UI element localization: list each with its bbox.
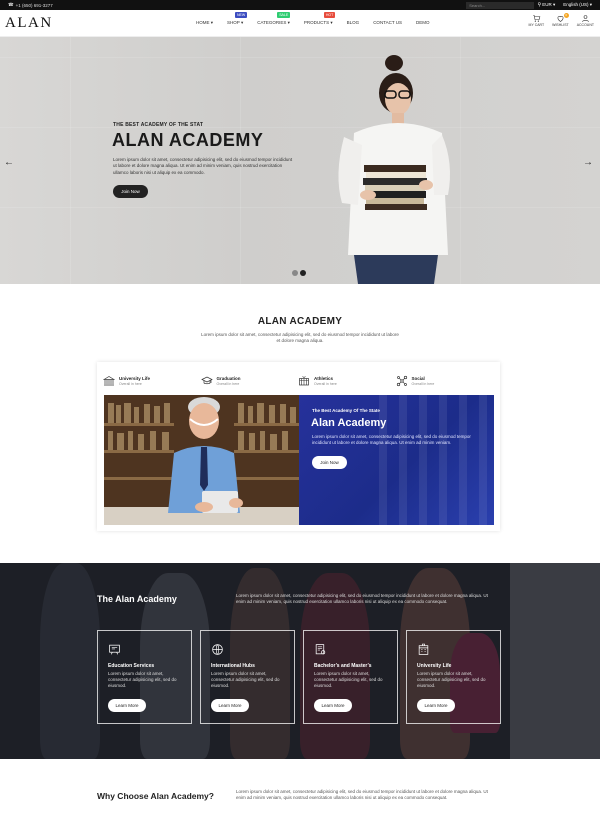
academy-panel: The Best Academy Of The State Alan Acade… (299, 395, 494, 525)
wishlist-label: WISHLIST (552, 23, 569, 27)
tab-title: University Life (119, 376, 151, 381)
account-label: ACCOUNT (576, 23, 594, 27)
nav-item-shop[interactable]: NEW SHOP ▾ (227, 12, 248, 26)
service-card-hubs: International Hubs Lorem ipsum dolor sit… (200, 630, 295, 724)
hero-title: ALAN ACADEMY (112, 130, 264, 150)
hero-join-button[interactable]: Join Now (113, 185, 148, 198)
nav-item-products[interactable]: HOT PRODUCTS ▾ (304, 12, 336, 26)
service-title: Education Services (108, 663, 155, 669)
stadium-icon (299, 376, 309, 386)
cart-label: MY CART (528, 23, 545, 27)
nav-item-categories[interactable]: SALE CATEGORIES ▾ (257, 12, 291, 26)
top-bar: ☎ +1 (650) 691-3277 Search... ⚲ EUR ▾ Eng… (0, 0, 600, 10)
services-description: Lorem ipsum dolor sit amet, consectetur … (236, 593, 488, 605)
tab-graduation[interactable]: Graduation Overall in here (200, 372, 299, 390)
about-title: ALAN ACADEMY (257, 316, 343, 327)
why-title: Why Choose Alan Academy? (97, 791, 214, 801)
tab-athletics[interactable]: Athletics Overall in here (298, 372, 396, 390)
hero-student-image (338, 55, 450, 284)
arrow-left-icon[interactable]: ← (4, 158, 14, 168)
service-title: Bachelor’s and Master’s (314, 663, 372, 669)
panel-join-button[interactable]: Join Now (312, 456, 347, 469)
why-description: Lorem ipsum dolor sit amet, consectetur … (236, 789, 488, 801)
cart-icon (532, 15, 541, 22)
site-logo[interactable]: ALAN (5, 15, 53, 32)
slider-dot-active[interactable] (300, 270, 306, 276)
service-title: International Hubs (211, 663, 255, 669)
phone-icon: ☎ (8, 2, 14, 7)
tab-title: Social (411, 376, 425, 381)
network-icon (396, 375, 407, 387)
tab-university-life[interactable]: University Life Overall in here (103, 372, 201, 390)
certificate-icon (315, 644, 326, 655)
nav-item-home[interactable]: HOME ▾ (196, 20, 213, 26)
main-nav: HOME ▾ NEW SHOP ▾ SALE CATEGORIES ▾ HOT PRO… (196, 12, 444, 26)
hero-subtitle: THE BEST ACADEMY OF THE STAT (113, 122, 204, 128)
globe-icon (212, 644, 223, 655)
phone-contact[interactable]: ☎ +1 (650) 691-3277 (8, 2, 53, 8)
service-description: Lorem ipsum dolor sit amet, consectetur … (211, 671, 280, 689)
tab-subtitle: Overall in here (119, 382, 142, 386)
site-header: ALAN HOME ▾ NEW SHOP ▾ SALE CATEGORIES ▾ H… (0, 10, 600, 37)
building-icon (418, 643, 429, 655)
language-select[interactable]: English (US) ▾ (563, 2, 592, 8)
service-title: University Life (417, 663, 452, 669)
service-card-university-life: University Life Lorem ipsum dolor sit am… (406, 630, 501, 724)
blackboard-icon (109, 644, 120, 655)
service-learn-more-button[interactable]: Learn More (211, 699, 249, 712)
service-learn-more-button[interactable]: Learn More (108, 699, 146, 712)
currency-select[interactable]: EUR ▾ (542, 2, 555, 8)
nav-item-blog[interactable]: BLOG (347, 20, 360, 26)
about-tabs: University Life Overall in here Graduatio… (103, 372, 493, 390)
services-title: The Alan Academy (97, 594, 177, 604)
nav-badge-sale: SALE (277, 12, 291, 18)
panel-title: Alan Academy (311, 417, 387, 429)
wishlist-button[interactable]: 0 WISHLIST (552, 13, 569, 27)
graduation-cap-icon (200, 376, 213, 385)
slider-dot[interactable] (292, 270, 298, 276)
service-card-degrees: Bachelor’s and Master’s Lorem ipsum dolo… (303, 630, 398, 724)
hero-slider: THE BEST ACADEMY OF THE STAT ALAN ACADEM… (0, 37, 600, 284)
account-button[interactable]: ACCOUNT (577, 14, 594, 27)
service-learn-more-button[interactable]: Learn More (417, 699, 455, 712)
cart-button[interactable]: MY CART (528, 14, 545, 27)
about-card: University Life Overall in here Graduatio… (97, 362, 500, 531)
arrow-right-icon[interactable]: → (583, 158, 593, 168)
nav-badge-hot: HOT (323, 12, 336, 18)
tab-subtitle: Overall in here (216, 382, 240, 386)
tab-social[interactable]: Social Overall in here (396, 372, 494, 390)
service-card-education: Education Services Lorem ipsum dolor sit… (97, 630, 192, 724)
user-icon (582, 15, 589, 23)
phone-number: +1 (650) 691-3277 (15, 2, 53, 8)
wishlist-count: 0 (563, 13, 569, 18)
panel-description: Lorem ipsum dolor sit amet, consectetur … (312, 434, 471, 446)
service-description: Lorem ipsum dolor sit amet, consectetur … (314, 671, 383, 689)
slider-dots (292, 270, 306, 276)
tab-title: Athletics (314, 376, 334, 381)
hero-description: Lorem ipsum dolor sit amet, consectetur … (113, 157, 293, 175)
service-learn-more-button[interactable]: Learn More (314, 699, 352, 712)
teacher-photo (104, 395, 299, 525)
about-description: Lorem ipsum dolor sit amet, consectetur … (201, 332, 399, 344)
tab-subtitle: Overall in here (411, 382, 435, 386)
tab-subtitle: Overall in here (314, 382, 337, 386)
search-icon[interactable]: ⚲ (538, 2, 542, 9)
university-icon (103, 376, 115, 386)
search-input[interactable]: Search... ⚲ (466, 1, 541, 9)
service-description: Lorem ipsum dolor sit amet, consectetur … (417, 671, 486, 689)
services-section: The Alan Academy Lorem ipsum dolor sit a… (0, 563, 600, 759)
nav-item-demo[interactable]: DEMO (416, 20, 430, 26)
service-description: Lorem ipsum dolor sit amet, consectetur … (108, 671, 177, 689)
building-background-image (379, 395, 487, 525)
tab-title: Graduation (216, 376, 241, 381)
nav-badge-new: NEW (235, 12, 248, 18)
nav-item-contact[interactable]: CONTACT US (373, 20, 402, 26)
panel-subtitle: The Best Academy Of The State (312, 408, 380, 413)
